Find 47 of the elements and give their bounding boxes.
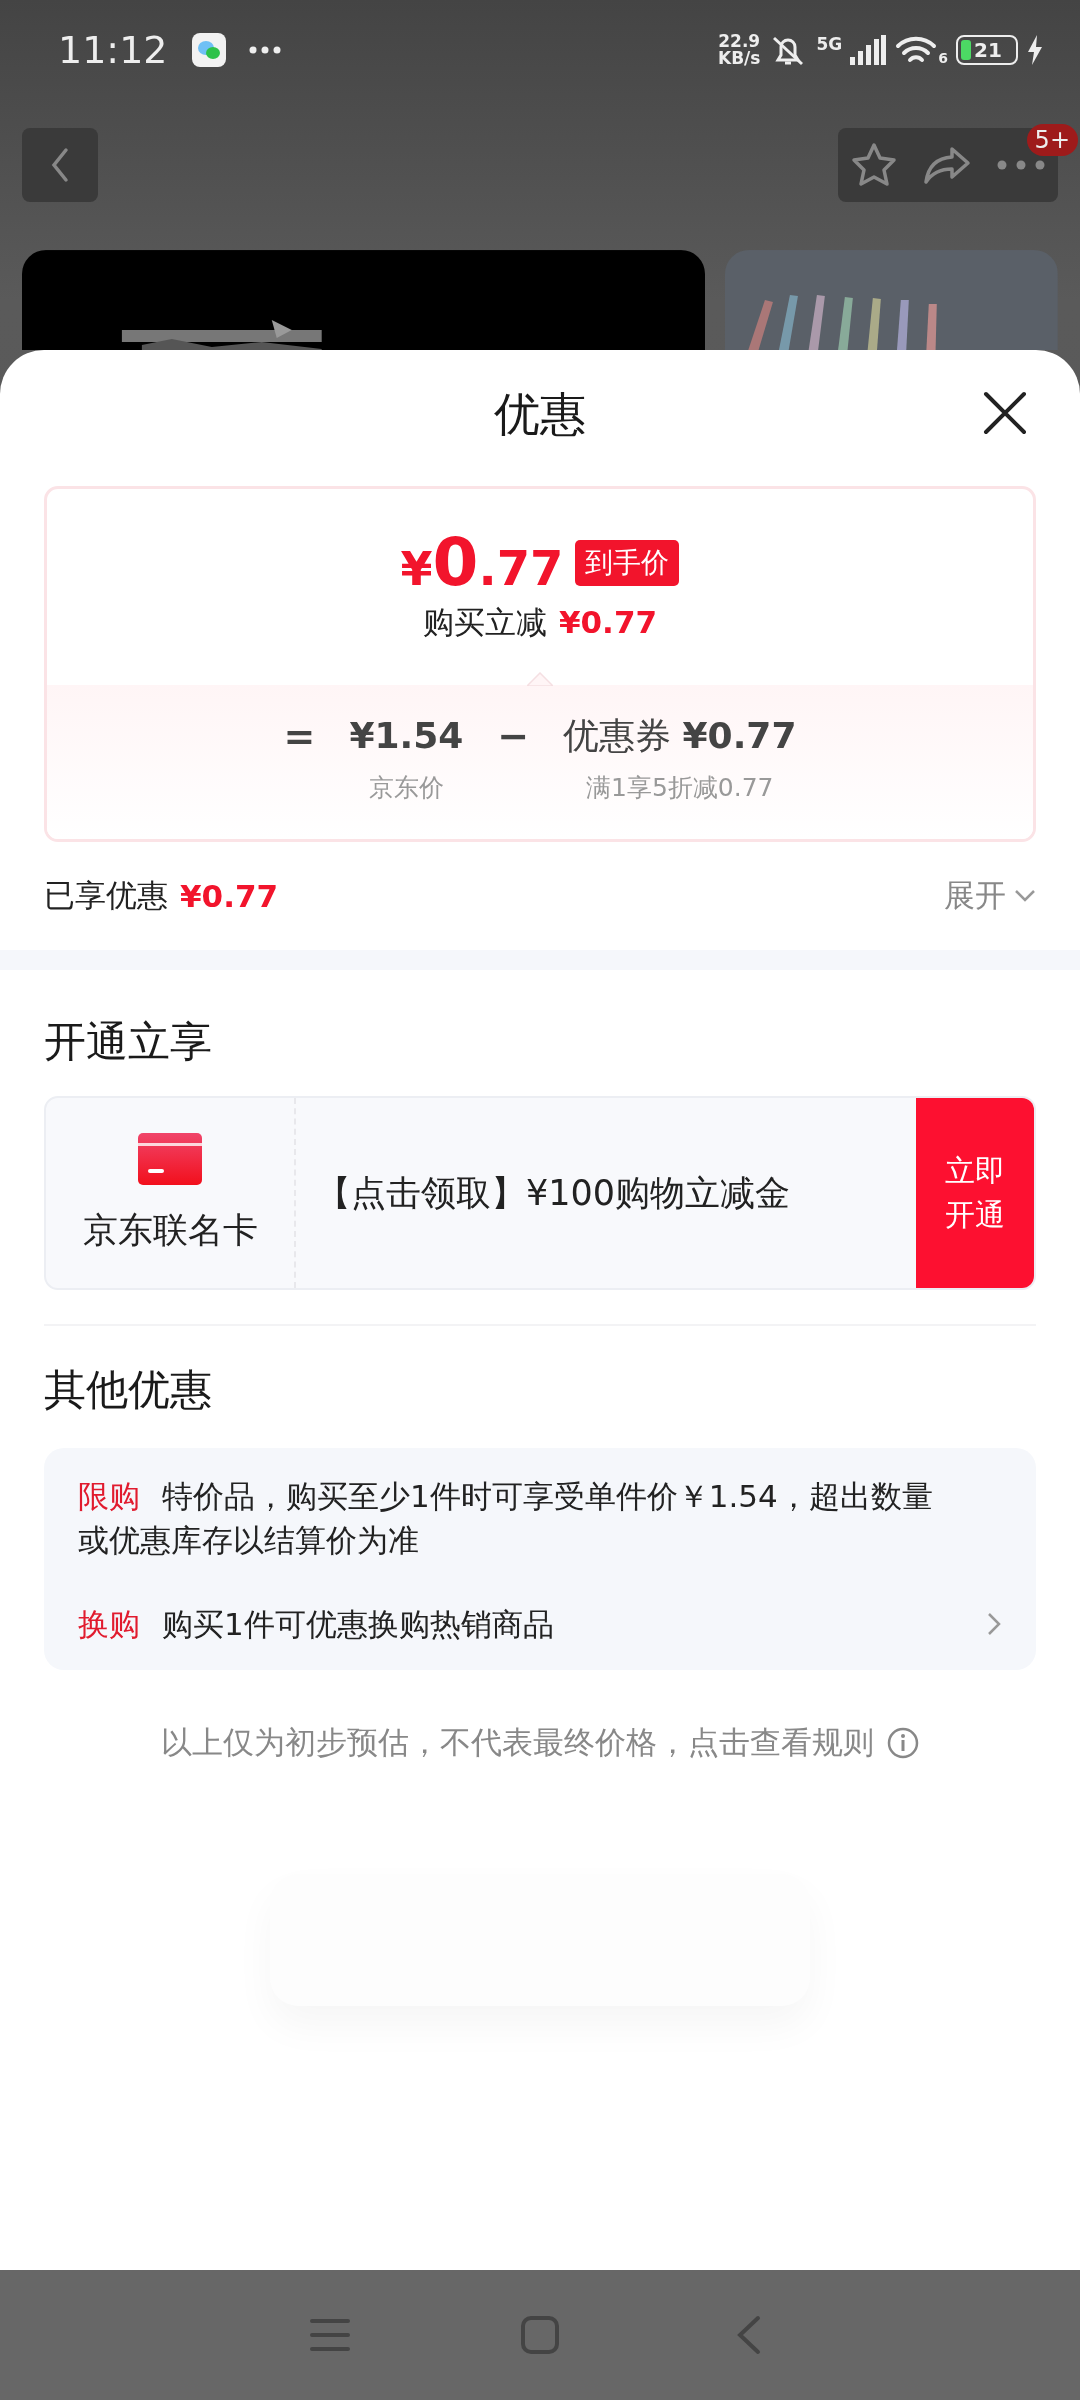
- discount-amount: ¥0.77: [180, 878, 279, 914]
- home-square-icon: [520, 2315, 560, 2355]
- chat-app-icon: [191, 33, 226, 67]
- offer-text: 限购 特价品，购买至少1件时可享受单件价￥1.54，超出数量或优惠库存以结算价为准: [78, 1477, 934, 1560]
- more-button[interactable]: [996, 160, 1046, 170]
- disclaimer-text: 以上仅为初步预估，不代表最终价格，点击查看规则: [160, 1723, 874, 1762]
- back-chevron-icon: [50, 147, 70, 183]
- expand-toggle[interactable]: 展开: [944, 875, 1036, 917]
- offer-text: 【点击领取】¥100购物立减金: [315, 1171, 792, 1215]
- info-icon[interactable]: [885, 1726, 920, 1760]
- star-icon: [850, 142, 898, 188]
- section-title: 开通立享: [43, 1016, 213, 1068]
- price-term: 优惠券 ¥0.77: [563, 714, 797, 758]
- operator-sign: =: [283, 713, 316, 759]
- saving-label: 购买立减: [422, 604, 547, 640]
- card-name: 京东联名卡: [82, 1208, 258, 1252]
- status-time: 11:12: [58, 28, 168, 72]
- share-button[interactable]: [922, 145, 972, 185]
- sheet-title: 优惠: [494, 386, 586, 443]
- signal-icon: [850, 35, 887, 65]
- credit-card-icon: [138, 1132, 202, 1185]
- share-icon: [922, 145, 972, 185]
- section-title: 其他优惠: [43, 1364, 213, 1416]
- price-term: ¥1.54: [349, 714, 464, 758]
- network-label: 5G: [816, 34, 843, 54]
- discount-label: 已享优惠: [44, 876, 168, 915]
- net-speed: 22.9: [718, 33, 761, 50]
- offer-row-text: 换购 购买1件可优惠换购热销商品: [78, 1605, 555, 1644]
- chevron-right-icon[interactable]: [986, 1611, 1002, 1637]
- activate-button[interactable]: 立即开通: [916, 1098, 1034, 1288]
- wifi-label: 6: [938, 50, 948, 66]
- more-icon: [247, 45, 282, 55]
- battery-level: 21: [974, 40, 1002, 60]
- more-icon: [996, 160, 1046, 170]
- price-caption: 京东价: [368, 772, 444, 804]
- home-square-button[interactable]: [520, 2315, 560, 2355]
- back-button[interactable]: [22, 128, 98, 202]
- pointer-icon: [527, 672, 553, 686]
- notification-badge: 5+: [1026, 124, 1078, 156]
- battery-fill: [961, 40, 971, 60]
- price-caption: 满1享5折减0.77: [586, 772, 774, 804]
- saving-amount: ¥0.77: [558, 604, 658, 640]
- final-price: ¥0.77: [400, 530, 564, 596]
- operator-sign: −: [497, 713, 530, 759]
- speed-unit: KB/s: [718, 50, 761, 67]
- star-button[interactable]: [850, 142, 898, 188]
- price-tag: 到手价: [575, 540, 680, 586]
